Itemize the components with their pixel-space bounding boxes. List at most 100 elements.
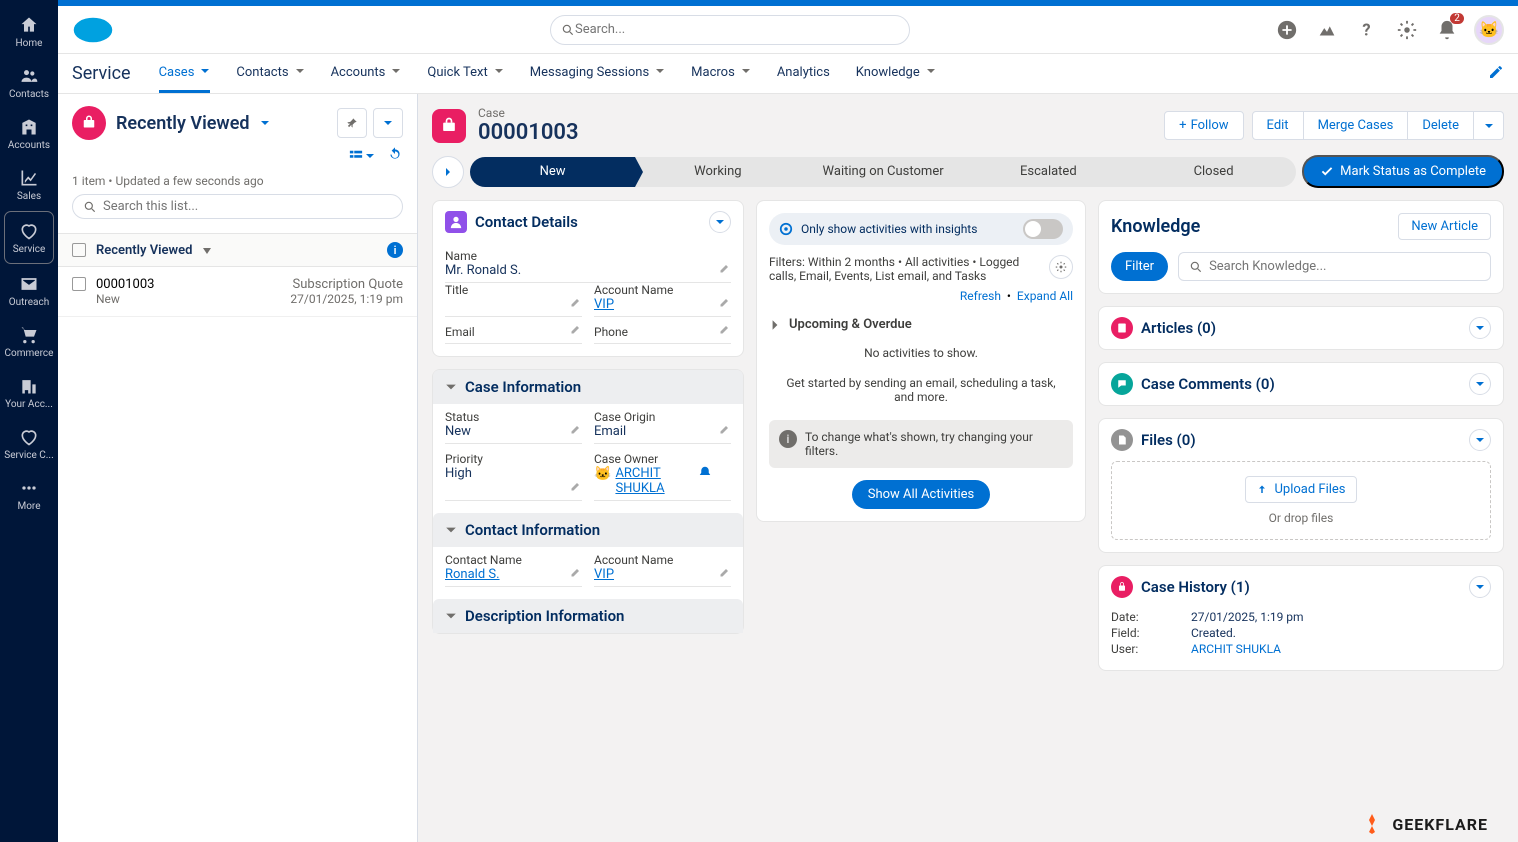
- vnav-contacts[interactable]: Contacts: [0, 57, 58, 108]
- edit-button[interactable]: Edit: [1252, 111, 1304, 140]
- tab-messaging[interactable]: Messaging Sessions: [530, 55, 665, 93]
- contact-expand-button[interactable]: [709, 211, 731, 233]
- user-avatar[interactable]: 🐱: [1474, 15, 1504, 45]
- tab-knowledge[interactable]: Knowledge: [856, 55, 936, 93]
- list-view-name[interactable]: Recently Viewed: [116, 113, 250, 134]
- edit-pencil-icon[interactable]: [719, 423, 731, 439]
- notification-bell-icon[interactable]: 2: [1434, 17, 1460, 43]
- articles-expand-button[interactable]: [1469, 317, 1491, 339]
- info-icon[interactable]: i: [387, 242, 403, 258]
- owner-link[interactable]: ARCHIT SHUKLA: [615, 466, 695, 496]
- files-expand-button[interactable]: [1469, 429, 1491, 451]
- insights-toggle[interactable]: [1023, 219, 1063, 239]
- follow-button[interactable]: +Follow: [1164, 111, 1243, 140]
- vnav-commerce[interactable]: Commerce: [0, 316, 58, 367]
- tab-cases[interactable]: Cases: [159, 55, 211, 93]
- tab-analytics[interactable]: Analytics: [777, 55, 830, 93]
- contact-name-link[interactable]: Ronald S.: [445, 567, 500, 582]
- files-title[interactable]: Files (0): [1141, 431, 1196, 449]
- history-title[interactable]: Case History (1): [1141, 578, 1250, 596]
- display-as-button[interactable]: [349, 149, 375, 163]
- vnav-more[interactable]: More: [0, 469, 58, 520]
- list-actions-button[interactable]: [373, 108, 403, 138]
- edit-nav-icon[interactable]: [1488, 64, 1504, 84]
- vnav-accounts[interactable]: Accounts: [0, 108, 58, 159]
- delete-button[interactable]: Delete: [1408, 111, 1474, 140]
- list-search-input[interactable]: [103, 199, 392, 214]
- knowledge-search-input[interactable]: [1203, 253, 1480, 280]
- knowledge-search[interactable]: [1178, 252, 1491, 281]
- account-link-2[interactable]: VIP: [594, 567, 614, 582]
- expand-all-link[interactable]: Expand All: [1017, 289, 1073, 303]
- new-article-button[interactable]: New Article: [1398, 213, 1491, 240]
- history-expand-button[interactable]: [1469, 576, 1491, 598]
- mark-complete-button[interactable]: Mark Status as Complete: [1302, 155, 1504, 188]
- list-meta: 1 item • Updated a few seconds ago: [72, 174, 403, 188]
- info-icon: i: [779, 430, 797, 448]
- comments-title[interactable]: Case Comments (0): [1141, 375, 1275, 393]
- path-collapse-button[interactable]: [432, 156, 464, 188]
- edit-pencil-icon[interactable]: [719, 566, 731, 582]
- description-info-header[interactable]: Description Information: [433, 599, 743, 633]
- path-new[interactable]: New: [470, 157, 635, 187]
- edit-pencil-icon[interactable]: [570, 566, 582, 582]
- vnav-youracc[interactable]: Your Acc...: [0, 367, 58, 418]
- path-escalated[interactable]: Escalated: [966, 157, 1131, 187]
- sort-arrow-icon: [202, 245, 212, 255]
- articles-title[interactable]: Articles (0): [1141, 319, 1216, 337]
- vnav-home[interactable]: Home: [0, 6, 58, 57]
- path-working[interactable]: Working: [635, 157, 800, 187]
- edit-pencil-icon[interactable]: [719, 323, 731, 339]
- list-item[interactable]: 00001003 New Subscription Quote 27/01/20…: [58, 267, 417, 317]
- file-drop-zone[interactable]: Upload Files Or drop files: [1111, 461, 1491, 540]
- path-waiting[interactable]: Waiting on Customer: [800, 157, 965, 187]
- show-all-activities-button[interactable]: Show All Activities: [852, 480, 991, 509]
- trailhead-icon[interactable]: [1314, 17, 1340, 43]
- edit-pencil-icon[interactable]: [570, 423, 582, 439]
- case-number: 00001003: [96, 277, 280, 292]
- watermark-brand: GEEKFLARE: [1360, 812, 1488, 836]
- account-link[interactable]: VIP: [594, 297, 614, 312]
- tab-contacts[interactable]: Contacts: [236, 55, 304, 93]
- contact-info-header[interactable]: Contact Information: [433, 513, 743, 547]
- vnav-servicec[interactable]: Service C...: [0, 418, 58, 469]
- knowledge-title: Knowledge: [1111, 216, 1200, 237]
- refresh-link[interactable]: Refresh: [960, 289, 1001, 303]
- search-input[interactable]: [575, 22, 899, 37]
- upload-files-button[interactable]: Upload Files: [1245, 476, 1356, 503]
- help-icon[interactable]: ?: [1354, 17, 1380, 43]
- tab-accounts[interactable]: Accounts: [331, 55, 402, 93]
- vnav-sales[interactable]: Sales: [0, 159, 58, 210]
- pin-button[interactable]: [337, 108, 367, 138]
- edit-pencil-icon[interactable]: [570, 296, 582, 312]
- case-info-header[interactable]: Case Information: [433, 370, 743, 404]
- refresh-button[interactable]: [387, 146, 403, 166]
- upcoming-section[interactable]: Upcoming & Overdue: [769, 311, 1073, 338]
- home-icon: [18, 14, 40, 36]
- salesforce-logo[interactable]: [72, 15, 114, 45]
- comments-expand-button[interactable]: [1469, 373, 1491, 395]
- vnav-service[interactable]: Service: [5, 212, 53, 263]
- edit-pencil-icon[interactable]: [719, 296, 731, 312]
- path-closed[interactable]: Closed: [1131, 157, 1296, 187]
- filters-gear-icon[interactable]: [1049, 255, 1073, 279]
- edit-pencil-icon[interactable]: [570, 323, 582, 339]
- select-all-checkbox[interactable]: [72, 243, 86, 257]
- global-search[interactable]: [550, 15, 910, 45]
- more-actions-button[interactable]: [1474, 111, 1504, 140]
- knowledge-filter-button[interactable]: Filter: [1111, 252, 1168, 281]
- vnav-outreach[interactable]: Outreach: [0, 265, 58, 316]
- list-column-header[interactable]: Recently Viewed i: [58, 233, 417, 267]
- edit-pencil-icon[interactable]: [570, 480, 582, 496]
- tab-quicktext[interactable]: Quick Text: [427, 55, 503, 93]
- list-search[interactable]: [72, 194, 403, 219]
- tab-macros[interactable]: Macros: [691, 55, 751, 93]
- edit-pencil-icon[interactable]: [719, 262, 731, 278]
- list-dropdown-icon[interactable]: [260, 118, 270, 128]
- row-checkbox[interactable]: [72, 277, 86, 291]
- merge-button[interactable]: Merge Cases: [1304, 111, 1409, 140]
- insights-label: Only show activities with insights: [801, 222, 977, 236]
- history-user-link[interactable]: ARCHIT SHUKLA: [1191, 642, 1281, 656]
- setup-gear-icon[interactable]: [1394, 17, 1420, 43]
- add-icon[interactable]: [1274, 17, 1300, 43]
